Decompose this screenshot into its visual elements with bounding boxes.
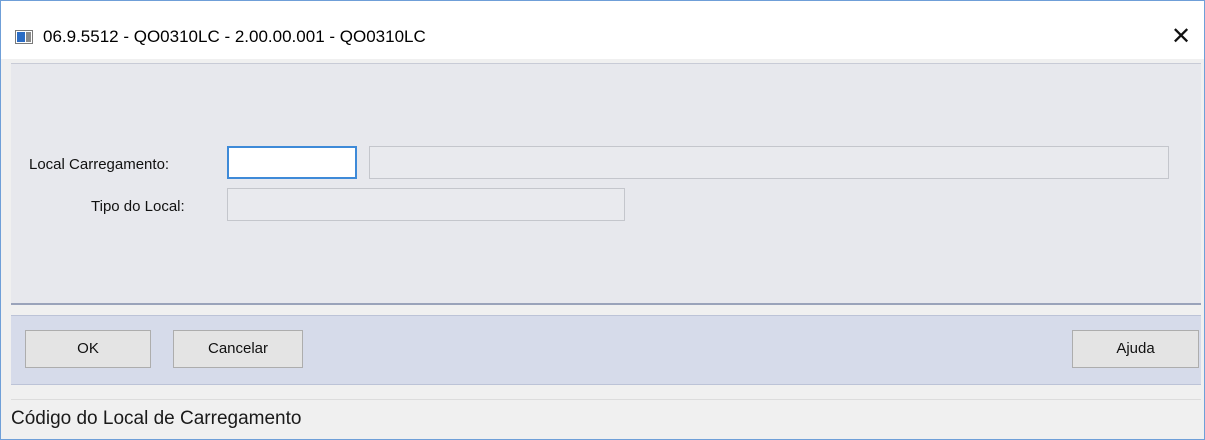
tipo-local-field	[227, 188, 625, 221]
ok-button[interactable]: OK	[25, 330, 151, 368]
title-bar: 06.9.5512 - QO0310LC - 2.00.00.001 - QO0…	[1, 1, 1204, 59]
local-carregamento-label: Local Carregamento:	[29, 156, 170, 173]
window-title: 06.9.5512 - QO0310LC - 2.00.00.001 - QO0…	[43, 27, 426, 46]
app-icon	[15, 30, 33, 44]
status-bar: Código do Local de Carregamento	[11, 399, 1201, 439]
help-button[interactable]: Ajuda	[1072, 330, 1199, 368]
cancel-button[interactable]: Cancelar	[173, 330, 303, 368]
status-text: Código do Local de Carregamento	[11, 408, 302, 429]
close-icon[interactable]: ✕	[1158, 17, 1204, 57]
local-carregamento-description-field	[369, 146, 1169, 179]
form-panel: Local Carregamento: Tipo do Local:	[11, 63, 1201, 304]
dialog-window: 06.9.5512 - QO0310LC - 2.00.00.001 - QO0…	[0, 0, 1205, 440]
divider	[11, 303, 1201, 305]
button-bar: OK Cancelar Ajuda	[11, 315, 1201, 385]
local-carregamento-input[interactable]	[227, 146, 357, 179]
tipo-local-label: Tipo do Local:	[91, 198, 185, 215]
